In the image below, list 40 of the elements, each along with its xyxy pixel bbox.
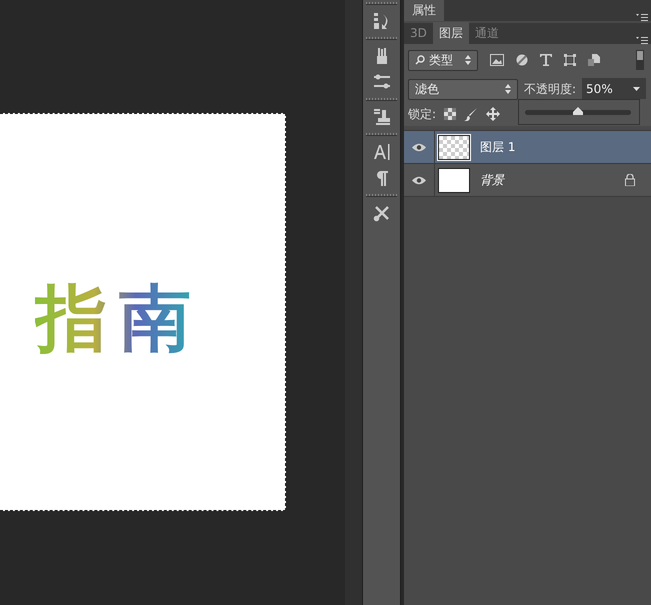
brush-presets-icon[interactable] [372,73,390,91]
shape-filter-icon[interactable] [564,54,576,66]
image-filter-icon[interactable] [490,54,504,66]
eye-icon[interactable] [412,176,426,184]
character-icon[interactable] [372,143,390,161]
brush-icon[interactable] [464,107,478,121]
history-icon[interactable] [372,12,390,30]
panel-menu-icon[interactable] [636,13,648,21]
caret-icon [632,86,640,90]
eye-icon[interactable] [412,142,426,152]
layer-thumbnail [438,134,470,160]
layer-row[interactable]: 图层 1 [404,131,651,164]
panel-tab[interactable]: 3D [404,22,433,44]
opacity-slider-thumb[interactable] [573,106,583,114]
filter-type-dropdown[interactable]: 类型 [408,50,478,70]
layer-name: 图层 1 [480,139,516,156]
up-down-arrows-icon [505,84,511,94]
opacity-slider-track[interactable] [525,110,631,114]
clone-source-icon[interactable] [372,108,390,126]
opacity-field[interactable]: 50% [582,78,626,100]
up-down-arrows-icon [465,55,471,65]
panel-tab[interactable]: 图层 [432,22,469,44]
smart-object-filter-icon[interactable] [588,54,600,66]
search-icon [415,55,425,65]
move-icon[interactable] [486,107,500,121]
tool-presets-icon[interactable] [372,204,390,222]
type-filter-icon[interactable] [540,54,552,66]
layer-name: 背景 [480,172,506,189]
blend-mode-dropdown[interactable]: 滤色 [408,78,518,100]
adjustment-filter-icon[interactable] [516,54,528,66]
opacity-label: 不透明度: [524,81,576,98]
panel-menu-icon[interactable] [636,36,648,44]
panel-tab[interactable]: 通道 [468,22,505,44]
opacity-dropdown-button[interactable] [626,78,646,99]
lock-transparent-pixels-icon[interactable] [444,108,456,120]
layer-thumbnail [438,168,470,192]
lock-label: 锁定: [408,106,436,123]
filter-toggle-icon[interactable] [636,50,644,70]
panel-tab[interactable]: 属性 [404,0,444,21]
layer-row[interactable]: 背景 [404,164,651,197]
